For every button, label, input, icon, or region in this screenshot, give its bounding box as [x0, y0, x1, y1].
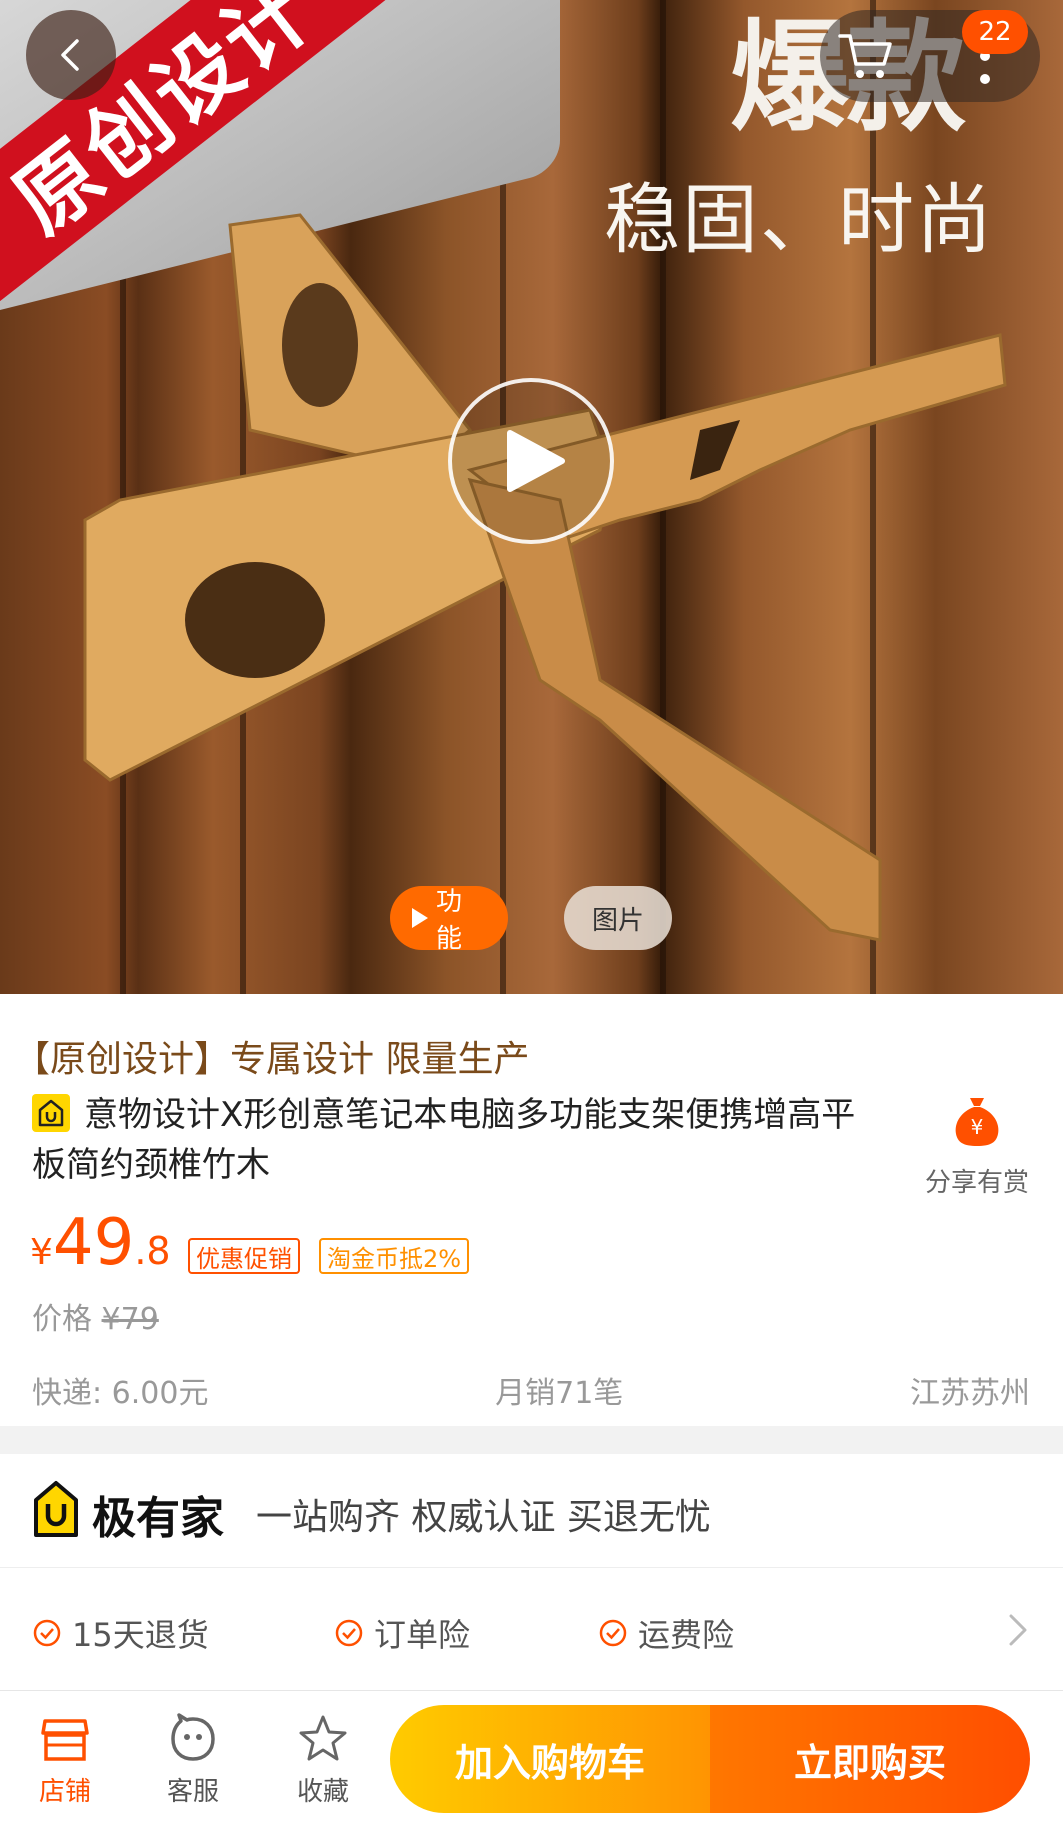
star-icon: [299, 1715, 347, 1761]
jiyoujia-name: 极有家: [92, 1493, 224, 1544]
product-title-text: 意物设计X形创意笔记本电脑多功能支架便携增高平板简约颈椎竹木: [32, 1095, 856, 1185]
add-to-cart-button[interactable]: 加入购物车: [390, 1705, 710, 1813]
jiyoujia-banner[interactable]: 极有家 一站购齐 权威认证 买退无忧: [0, 1454, 1063, 1568]
ship-location: 江苏苏州: [909, 1376, 1030, 1411]
customer-service-button[interactable]: 客服: [148, 1713, 238, 1808]
cart-count-badge: 22: [962, 10, 1028, 54]
hero-subheadline: 稳固、时尚: [604, 175, 994, 264]
jiyoujia-logo-icon: [34, 1481, 78, 1537]
favorite-button[interactable]: 收藏: [278, 1713, 368, 1808]
service-guarantees[interactable]: 15天退货 订单险 运费险: [0, 1568, 1063, 1690]
shop-icon: [41, 1719, 89, 1761]
original-price-value: ¥79: [101, 1302, 159, 1337]
promo-tag: 淘金币抵2%: [319, 1238, 470, 1274]
product-title: 意物设计X形创意笔记本电脑多功能支架便携增高平板简约颈椎竹木: [32, 1090, 872, 1190]
price-symbol: ¥: [30, 1232, 53, 1273]
monthly-sales: 月销71笔: [495, 1376, 624, 1411]
customer-service-icon: [171, 1713, 215, 1761]
tab-function-video[interactable]: 功能: [390, 886, 508, 954]
current-price: ¥ 49 .8: [30, 1206, 171, 1280]
guarantee-item: 订单险: [334, 1610, 470, 1656]
guarantee-label: 运费险: [638, 1616, 735, 1654]
shop-button[interactable]: 店铺: [20, 1713, 110, 1808]
section-divider: [0, 1426, 1063, 1454]
chevron-left-icon: [61, 39, 79, 71]
share-reward-button[interactable]: ¥ 分享有赏: [912, 1094, 1042, 1199]
check-circle-icon: [335, 1619, 363, 1647]
product-tagline: 【原创设计】专属设计 限量生产: [14, 1039, 530, 1080]
media-tabs: 功能 图片: [390, 886, 672, 954]
check-circle-icon: [599, 1619, 627, 1647]
tab-label: 图片: [591, 905, 644, 936]
favorite-label: 收藏: [296, 1777, 349, 1807]
jiyoujia-slogan: 一站购齐 权威认证 买退无忧: [256, 1497, 711, 1538]
play-video-button[interactable]: [448, 378, 614, 544]
original-price: 价格 ¥79: [32, 1294, 159, 1338]
product-image-carousel[interactable]: 原创设计 爆款 稳固、时尚 22 功能 图片: [0, 0, 1063, 994]
svg-text:¥: ¥: [971, 1115, 984, 1139]
price-integer: 49: [52, 1206, 135, 1280]
shipping-fee: 快递: 6.00元: [32, 1376, 209, 1411]
money-bag-icon: ¥: [955, 1098, 999, 1146]
back-button[interactable]: [26, 10, 116, 100]
check-circle-icon: [33, 1619, 61, 1647]
service-label: 客服: [166, 1777, 219, 1807]
guarantee-item: 15天退货: [32, 1610, 209, 1656]
play-triangle-icon: [412, 908, 428, 928]
shop-label: 店铺: [38, 1777, 91, 1807]
chevron-right-icon: [1009, 1614, 1027, 1646]
share-label: 分享有赏: [924, 1168, 1029, 1198]
original-price-label: 价格: [32, 1302, 92, 1337]
cart-icon[interactable]: [836, 30, 896, 82]
guarantee-label: 15天退货: [72, 1616, 209, 1654]
tab-label: 功能: [436, 887, 463, 954]
buy-now-button[interactable]: 立即购买: [710, 1705, 1030, 1813]
promo-tag: 优惠促销: [188, 1238, 300, 1274]
price-decimal: .8: [134, 1229, 171, 1273]
guarantee-label: 订单险: [374, 1616, 471, 1654]
guarantee-item: 运费险: [598, 1610, 734, 1656]
play-icon: [507, 430, 565, 492]
product-meta: 快递: 6.00元 月销71笔 江苏苏州: [32, 1368, 1030, 1412]
tab-pictures[interactable]: 图片: [564, 886, 672, 950]
product-info: 【原创设计】专属设计 限量生产 意物设计X形创意笔记本电脑多功能支架便携增高平板…: [0, 994, 1063, 1426]
bottom-action-bar: 店铺 客服 收藏 加入购物车 立即购买: [0, 1690, 1063, 1821]
jiyoujia-badge-icon: [32, 1094, 70, 1132]
